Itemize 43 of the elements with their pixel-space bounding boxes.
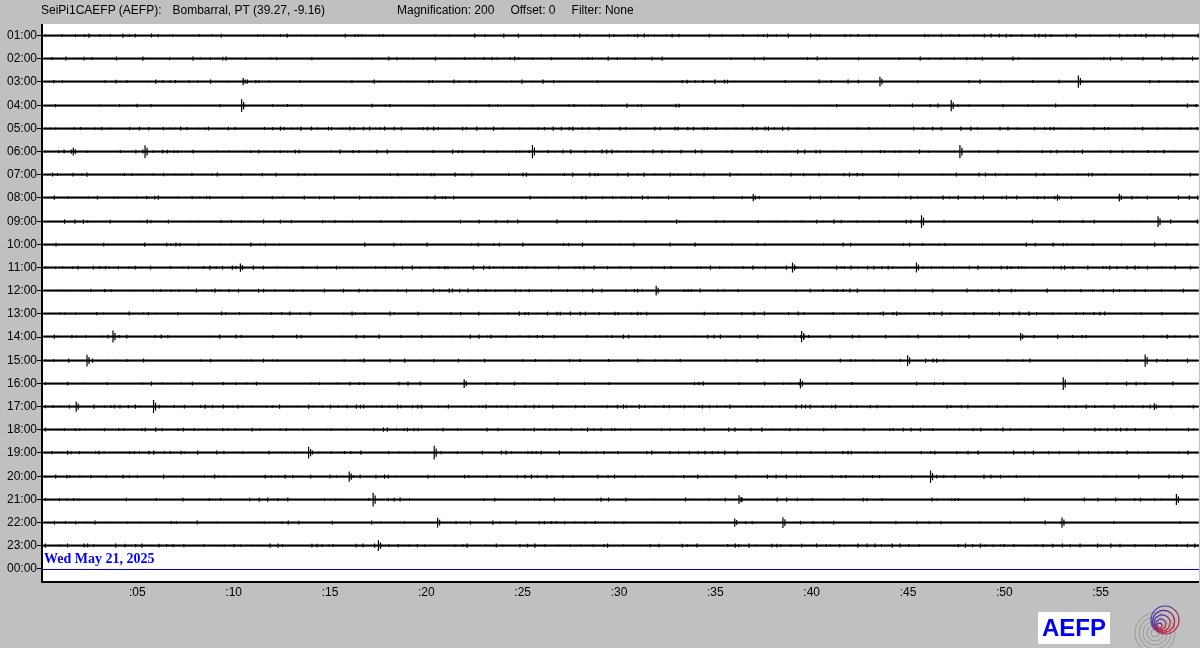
- hour-label: 12:00: [5, 282, 37, 300]
- hour-label: 07:00: [5, 166, 37, 184]
- concentric-rings-icon: [1132, 602, 1182, 648]
- hour-label: 02:00: [5, 50, 37, 68]
- station-location: Bombarral, PT (39.27, -9.16): [172, 3, 325, 17]
- magnification-label: Magnification: 200: [397, 3, 495, 17]
- minute-tick-label: :25: [514, 584, 531, 599]
- hour-label: 14:00: [5, 328, 37, 346]
- hour-label: 13:00: [5, 305, 37, 323]
- hour-label: 00:00: [5, 560, 37, 578]
- hour-label: 20:00: [5, 467, 37, 485]
- hour-label: 08:00: [5, 189, 37, 207]
- hour-label: 11:00: [6, 258, 37, 276]
- hour-label: 15:00: [5, 351, 37, 369]
- minute-tick-label: :35: [707, 584, 724, 599]
- minute-tick-label: :45: [899, 584, 917, 599]
- hour-label: 23:00: [5, 537, 37, 555]
- station-name: SeiPi1CAEFP (AEFP):: [41, 3, 162, 17]
- filter-label: Filter: None: [571, 3, 634, 17]
- minute-tick-label: :20: [418, 584, 435, 599]
- hour-label: 03:00: [5, 73, 37, 91]
- hour-label: 04:00: [5, 96, 37, 114]
- hour-label: 10:00: [5, 235, 37, 253]
- hour-label: 05:00: [5, 119, 37, 137]
- minute-tick-label: :40: [803, 584, 820, 599]
- date-label: Wed May 21, 2025: [44, 551, 155, 568]
- hour-label: 16:00: [5, 374, 37, 392]
- hour-label: 21:00: [5, 490, 37, 508]
- hour-label: 17:00: [5, 398, 37, 415]
- hour-label: 18:00: [5, 421, 37, 439]
- hour-label: 22:00: [5, 513, 37, 531]
- offset-label: Offset: 0: [510, 3, 556, 17]
- hour-label: 09:00: [5, 212, 37, 230]
- minute-tick-label: :05: [129, 584, 146, 599]
- minute-tick-label: :10: [225, 584, 242, 599]
- hour-label: 06:00: [5, 142, 37, 160]
- minute-tick-label: :30: [610, 584, 628, 599]
- hour-label: 19:00: [5, 444, 37, 462]
- hour-label: 01:00: [5, 27, 37, 44]
- minute-tick-label: :50: [996, 584, 1013, 599]
- minute-tick-label: :55: [1092, 584, 1109, 599]
- logo-text: AEFP: [1038, 611, 1110, 644]
- minute-tick-label: :15: [321, 584, 339, 599]
